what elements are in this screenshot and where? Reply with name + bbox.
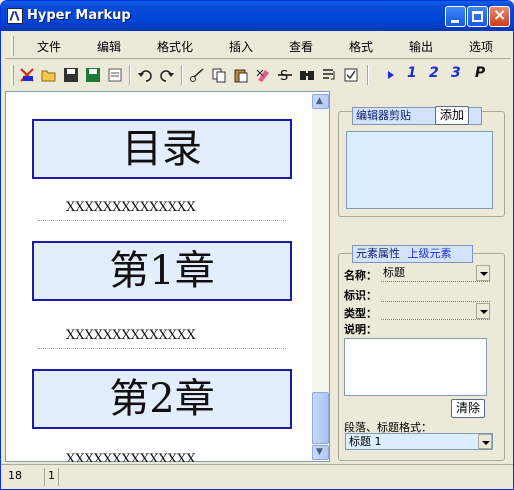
toolbar-separator (129, 65, 131, 85)
type-field[interactable] (381, 303, 490, 320)
heading1-button[interactable]: 1 (407, 65, 417, 81)
clear-button[interactable]: 清除 (451, 399, 485, 418)
menu-output[interactable]: 输出 (409, 38, 433, 55)
status-bar: 18 1 (1, 464, 513, 488)
style-select[interactable]: 标题 1 (345, 433, 493, 450)
clipboard-area[interactable] (346, 131, 493, 209)
properties-title: 元素属性 上级元素 (352, 245, 473, 263)
open-folder-icon[interactable] (41, 67, 57, 83)
arrow-down-icon: ▼ (316, 447, 323, 457)
save-icon[interactable] (63, 67, 79, 83)
scroll-down-button[interactable]: ▼ (312, 445, 329, 460)
find-icon[interactable] (299, 67, 315, 83)
parent-element-link[interactable]: 上级元素 (408, 247, 452, 260)
menu-view[interactable]: 查看 (289, 38, 313, 55)
check-icon[interactable] (343, 67, 359, 83)
new-doc-icon[interactable] (19, 67, 35, 83)
menu-style[interactable]: 格式 (349, 38, 373, 55)
heading-block[interactable]: 第2章 (32, 369, 292, 429)
name-value: 标题 (383, 266, 405, 279)
description-label: 说明： (344, 323, 377, 336)
heading-block[interactable]: 第1章 (32, 241, 292, 301)
description-textarea[interactable] (344, 338, 487, 396)
menu-file[interactable]: 文件 (37, 38, 61, 55)
app-icon[interactable] (7, 8, 23, 24)
window-title: Hyper Markup (27, 8, 131, 23)
id-field[interactable] (381, 285, 490, 302)
clipboard-title-text: 编辑器剪贴 (356, 109, 411, 122)
play-icon[interactable] (383, 67, 399, 83)
status-line: 18 (5, 468, 45, 486)
wrap-icon[interactable] (321, 67, 337, 83)
name-dropdown-button[interactable] (476, 265, 490, 281)
heading2-button[interactable]: 2 (429, 65, 439, 81)
paste-icon[interactable] (233, 67, 249, 83)
copy-icon[interactable] (211, 67, 227, 83)
undo-icon[interactable] (137, 67, 153, 83)
menu-insert[interactable]: 插入 (229, 38, 253, 55)
toolbar: S 1 2 3 P (5, 61, 511, 89)
heading3-button[interactable]: 3 (451, 65, 461, 81)
menu-grip[interactable] (11, 36, 14, 56)
maximize-icon (472, 11, 483, 22)
name-field[interactable]: 标题 (381, 265, 490, 282)
status-message (59, 468, 509, 486)
toolbar-separator (181, 65, 183, 85)
close-icon: × (493, 5, 507, 24)
add-button[interactable]: 添加 (435, 106, 469, 125)
properties-title-text: 元素属性 (356, 247, 400, 260)
minimize-button[interactable] (445, 6, 466, 27)
menu-format[interactable]: 格式化 (157, 38, 193, 55)
print-preview-icon[interactable] (107, 67, 123, 83)
minimize-icon (451, 20, 459, 23)
delete-icon[interactable] (255, 67, 271, 83)
paragraph-block[interactable]: XXXXXXXXXXXXXX (66, 452, 286, 462)
heading-block[interactable]: 目录 (32, 119, 292, 179)
toolbar-separator (367, 65, 369, 85)
strikethrough-icon[interactable]: S (277, 67, 293, 83)
svg-text:S: S (280, 69, 288, 83)
scroll-thumb[interactable] (312, 392, 329, 444)
paragraph-underline (38, 348, 286, 349)
app-window: Hyper Markup × 文件 编辑 格式化 插入 查看 格式 输出 选项 (0, 0, 514, 490)
paragraph-block[interactable]: XXXXXXXXXXXXXX (66, 200, 286, 215)
type-dropdown-button[interactable] (476, 303, 490, 319)
redo-icon[interactable] (159, 67, 175, 83)
paragraph-underline (38, 220, 286, 221)
title-bar[interactable]: Hyper Markup × (1, 1, 513, 31)
name-label: 名称： (344, 269, 377, 282)
side-panel: 编辑器剪贴 添加 元素属性 上级元素 名称： 标题 标识： 类型： 说明： 清除… (333, 91, 511, 462)
paragraph-block[interactable]: XXXXXXXXXXXXXX (66, 328, 286, 343)
cut-icon[interactable] (189, 67, 205, 83)
style-dropdown-button[interactable] (478, 434, 492, 449)
paragraph-button[interactable]: P (475, 65, 485, 81)
vertical-scrollbar[interactable]: ▲ ▼ (312, 94, 329, 460)
menu-edit[interactable]: 编辑 (97, 38, 121, 55)
status-column: 1 (45, 468, 59, 486)
scroll-up-button[interactable]: ▲ (312, 94, 329, 109)
toolbar-grip[interactable] (11, 65, 14, 85)
type-label: 类型： (344, 307, 377, 320)
menu-options[interactable]: 选项 (469, 38, 493, 55)
menu-bar: 文件 编辑 格式化 插入 查看 格式 输出 选项 (5, 33, 511, 59)
style-select-value: 标题 1 (349, 435, 382, 448)
arrow-up-icon: ▲ (316, 96, 323, 106)
document-editor[interactable]: 目录 XXXXXXXXXXXXXX 第1章 XXXXXXXXXXXXXX 第2章… (5, 91, 330, 462)
close-button[interactable]: × (489, 5, 510, 27)
id-label: 标识： (344, 289, 377, 302)
save-all-icon[interactable] (85, 67, 101, 83)
maximize-button[interactable] (467, 6, 488, 27)
